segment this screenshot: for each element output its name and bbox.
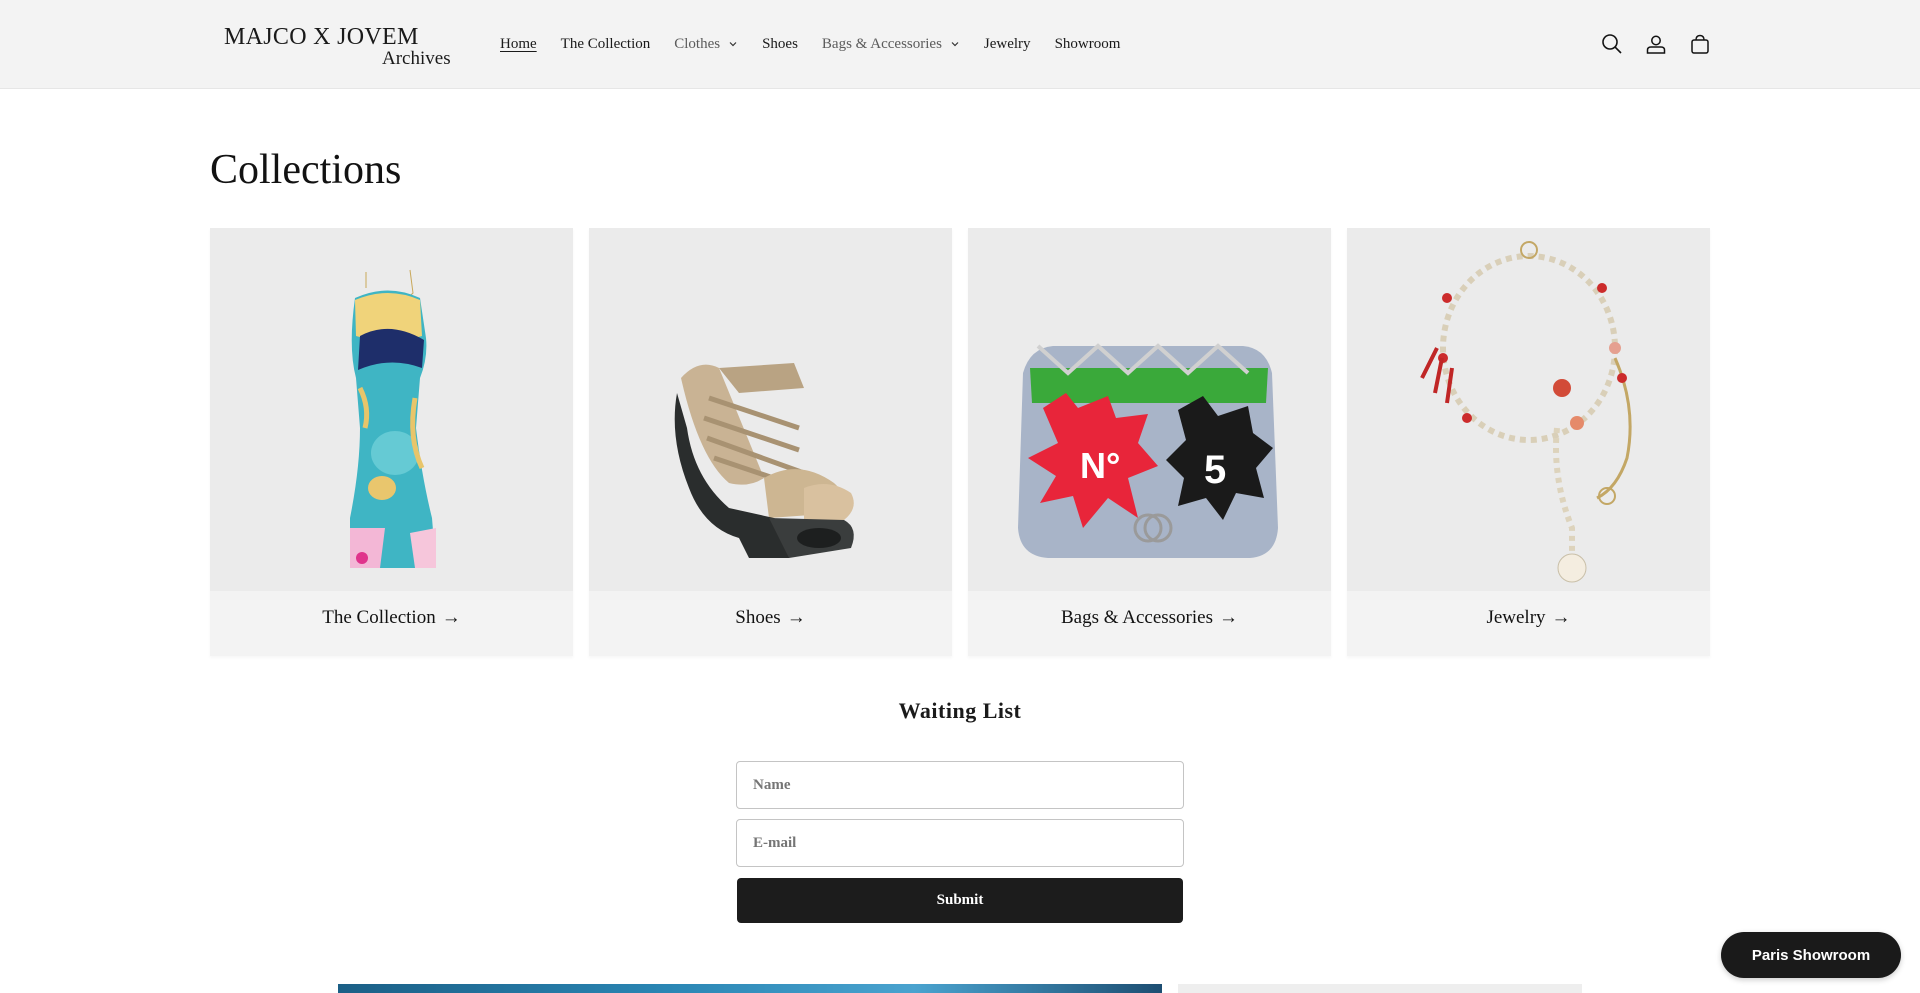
collection-card-the-collection[interactable]: The Collection → [210, 228, 573, 656]
nav-label: The Collection [560, 35, 651, 52]
collection-grid: The Collection → Shoes → N° 5 Bags & Acc… [210, 228, 1710, 656]
site-logo[interactable]: MAJCO X JOVEM Archives [224, 24, 454, 72]
nav-label: Home [500, 35, 537, 52]
main-nav: Home The Collection Clothes Shoes Bags &… [500, 33, 1144, 55]
submit-button[interactable]: Submit [737, 878, 1183, 923]
card-label: Bags & Accessories → [968, 607, 1331, 629]
collection-card-shoes[interactable]: Shoes → [589, 228, 952, 656]
nav-label: Clothes [674, 35, 721, 52]
svg-text:N°: N° [1080, 445, 1120, 486]
account-icon[interactable] [1644, 32, 1668, 56]
page-title: Collections [210, 147, 402, 193]
name-field[interactable] [736, 761, 1184, 809]
card-label-text: Bags & Accessories [1061, 607, 1213, 628]
nav-item-showroom[interactable]: Showroom [1055, 36, 1121, 53]
card-label: The Collection → [210, 607, 573, 629]
card-label: Jewelry → [1347, 607, 1710, 629]
chevron-down-icon [729, 42, 737, 47]
arrow-right-icon: → [1551, 607, 1571, 628]
collection-card-bags-accessories[interactable]: N° 5 Bags & Accessories → [968, 228, 1331, 656]
card-label-text: Jewelry [1486, 607, 1546, 628]
email-field[interactable] [736, 819, 1184, 867]
paris-showroom-button[interactable]: Paris Showroom [1721, 932, 1901, 978]
heels-image [589, 228, 952, 591]
arrow-right-icon: → [441, 607, 461, 628]
chevron-down-icon [951, 42, 959, 47]
logo-line-1: MAJCO X JOVEM [224, 24, 419, 50]
site-header: MAJCO X JOVEM Archives Home The Collecti… [0, 0, 1920, 89]
card-label-text: The Collection [322, 607, 436, 628]
nav-item-home[interactable]: Home [500, 36, 537, 53]
dress-image [210, 228, 573, 591]
handbag-image: N° 5 [968, 228, 1331, 591]
arrow-right-icon: → [1218, 607, 1238, 628]
collection-card-jewelry[interactable]: Jewelry → [1347, 228, 1710, 656]
nav-label: Showroom [1054, 35, 1121, 52]
waiting-list-title: Waiting List [898, 698, 1022, 723]
card-label: Shoes → [589, 607, 952, 629]
featured-image-right [1178, 984, 1582, 993]
svg-text:5: 5 [1204, 448, 1226, 492]
cart-icon[interactable] [1688, 32, 1712, 56]
name-input[interactable] [737, 762, 1183, 808]
featured-image-left [338, 984, 1162, 993]
nav-label: Shoes [762, 35, 798, 52]
nav-item-clothes[interactable]: Clothes [674, 36, 738, 53]
nav-item-bags-accessories[interactable]: Bags & Accessories [822, 36, 960, 53]
email-input[interactable] [737, 820, 1183, 866]
necklace-image [1347, 228, 1710, 591]
nav-label: Jewelry [983, 35, 1031, 52]
nav-item-the-collection[interactable]: The Collection [561, 36, 651, 53]
logo-line-2: Archives [382, 48, 451, 69]
search-icon[interactable] [1600, 32, 1624, 56]
arrow-right-icon: → [786, 607, 806, 628]
nav-item-shoes[interactable]: Shoes [762, 36, 798, 53]
nav-label: Bags & Accessories [821, 35, 942, 52]
nav-item-jewelry[interactable]: Jewelry [984, 36, 1031, 53]
card-label-text: Shoes [735, 607, 781, 628]
header-icons [1600, 32, 1732, 56]
